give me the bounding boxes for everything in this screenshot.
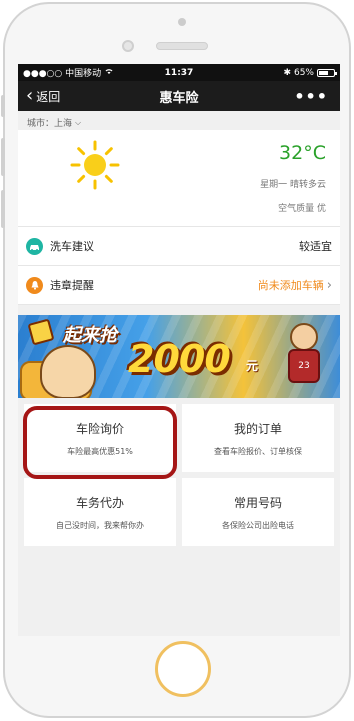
violation-alert-row[interactable]: 违章提醒 尚未添加车辆 ›	[18, 266, 340, 305]
basketball-player-illustration: 23	[282, 323, 326, 397]
violation-alert-label: 违章提醒	[50, 279, 94, 292]
card-subtitle: 各保险公司出险电话	[222, 520, 294, 530]
player-jersey: 23	[288, 349, 320, 383]
card-title: 我的订单	[233, 421, 282, 436]
car-wash-icon	[26, 237, 43, 255]
bell-icon	[26, 276, 43, 294]
volume-up-button	[1, 138, 5, 176]
banner-amount: 2000	[128, 337, 231, 381]
car-wash-label: 洗车建议	[50, 240, 94, 253]
city-label: 城市：上海	[27, 119, 73, 129]
add-vehicle-link[interactable]: 尚未添加车辆	[258, 277, 324, 293]
earpiece-speaker	[156, 42, 208, 50]
common-numbers-card[interactable]: 常用号码 各保险公司出险电话	[182, 478, 334, 546]
nav-bar: ‹ 返回 惠车险 •••	[18, 81, 340, 111]
promo-banner[interactable]: 起来抢 2000 元 23	[18, 315, 340, 398]
banner-unit: 元	[246, 359, 259, 373]
city-selector[interactable]: 城市：上海 ⌵	[18, 111, 340, 130]
front-camera	[122, 40, 134, 52]
battery-icon	[317, 68, 337, 77]
battery-percent: 65%	[293, 67, 314, 78]
weather-condition: 星期一 晴转多云	[260, 180, 326, 190]
camera-dot	[178, 18, 186, 26]
mute-switch	[1, 95, 5, 117]
chevron-left-icon: ‹	[26, 85, 34, 106]
highlight-annotation	[23, 406, 177, 479]
bluetooth-icon: ✱	[283, 67, 291, 78]
weather-panel: 32°C 星期一 晴转多云 空气质量 优	[18, 130, 340, 227]
temperature: 32°C	[279, 142, 326, 164]
player-head	[290, 323, 318, 351]
vehicle-errands-card[interactable]: 车务代办 自己没时间，我来帮你办	[24, 478, 176, 546]
page-title: 惠车险	[159, 90, 199, 106]
back-label: 返回	[36, 89, 61, 104]
card-subtitle: 自己没时间，我来帮你办	[56, 520, 144, 530]
more-menu-button[interactable]: •••	[294, 87, 340, 106]
car-wash-value: 较适宜	[299, 240, 332, 253]
air-quality: 空气质量 优	[278, 204, 326, 214]
car-wash-row[interactable]: 洗车建议 较适宜	[18, 227, 340, 266]
card-subtitle: 查看车险报价、订单核保	[214, 446, 302, 456]
status-bar: ●●●○○ 中国移动 11:37 ✱ 65%	[18, 64, 340, 81]
phone-screen: ●●●○○ 中国移动 11:37 ✱ 65% ‹ 返回 惠车险 ••• 城市：上…	[18, 64, 340, 636]
card-title: 常用号码	[233, 495, 282, 510]
chevron-down-icon: ⌵	[75, 117, 82, 127]
card-title: 车务代办	[75, 495, 124, 510]
back-button[interactable]: ‹ 返回	[18, 87, 60, 105]
volume-down-button	[1, 190, 5, 228]
chevron-right-icon: ›	[326, 277, 332, 293]
sun-icon	[70, 140, 120, 190]
banner-headline: 起来抢	[63, 325, 117, 346]
man-illustration	[40, 345, 96, 398]
my-orders-card[interactable]: 我的订单 查看车险报价、订单核保	[182, 404, 334, 472]
home-button[interactable]	[155, 641, 211, 697]
